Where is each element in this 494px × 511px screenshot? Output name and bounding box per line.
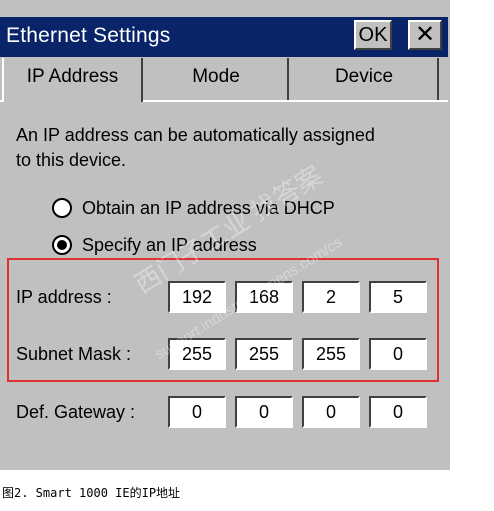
gateway-label: Def. Gateway : [16,402,136,422]
figure-caption: 图2. Smart 1000 IE的IP地址 [2,486,181,500]
subnet-octet-3[interactable]: 255 [302,338,360,370]
gateway-octet-2[interactable]: 0 [235,396,293,428]
gateway-octet-1[interactable]: 0 [168,396,226,428]
ethernet-settings-window: Ethernet Settings OK ✕ IP Address Mode D… [0,0,450,470]
ip-octet-2[interactable]: 168 [235,281,293,313]
ip-octet-3[interactable]: 2 [302,281,360,313]
ip-octet-1[interactable]: 192 [168,281,226,313]
tab-device[interactable]: Device [291,58,439,100]
subnet-octet-4[interactable]: 0 [369,338,427,370]
tab-ip-address[interactable]: IP Address [2,58,143,102]
window-title: Ethernet Settings [6,24,171,47]
radio-specify-label: Specify an IP address [82,235,257,255]
close-icon[interactable]: ✕ [408,20,442,50]
gateway-octet-3[interactable]: 0 [302,396,360,428]
gateway-octet-4[interactable]: 0 [369,396,427,428]
subnet-mask-label: Subnet Mask : [16,344,132,364]
subnet-octet-2[interactable]: 255 [235,338,293,370]
ip-address-label: IP address : [16,287,112,307]
tab-mode[interactable]: Mode [145,58,289,100]
description-text: An IP address can be automatically assig… [16,125,375,170]
subnet-octet-1[interactable]: 255 [168,338,226,370]
ip-octet-4[interactable]: 5 [369,281,427,313]
radio-selected-icon[interactable] [52,235,72,255]
radio-dhcp-label: Obtain an IP address via DHCP [82,198,335,218]
radio-unselected-icon[interactable] [52,198,72,218]
ok-button[interactable]: OK [354,20,392,50]
